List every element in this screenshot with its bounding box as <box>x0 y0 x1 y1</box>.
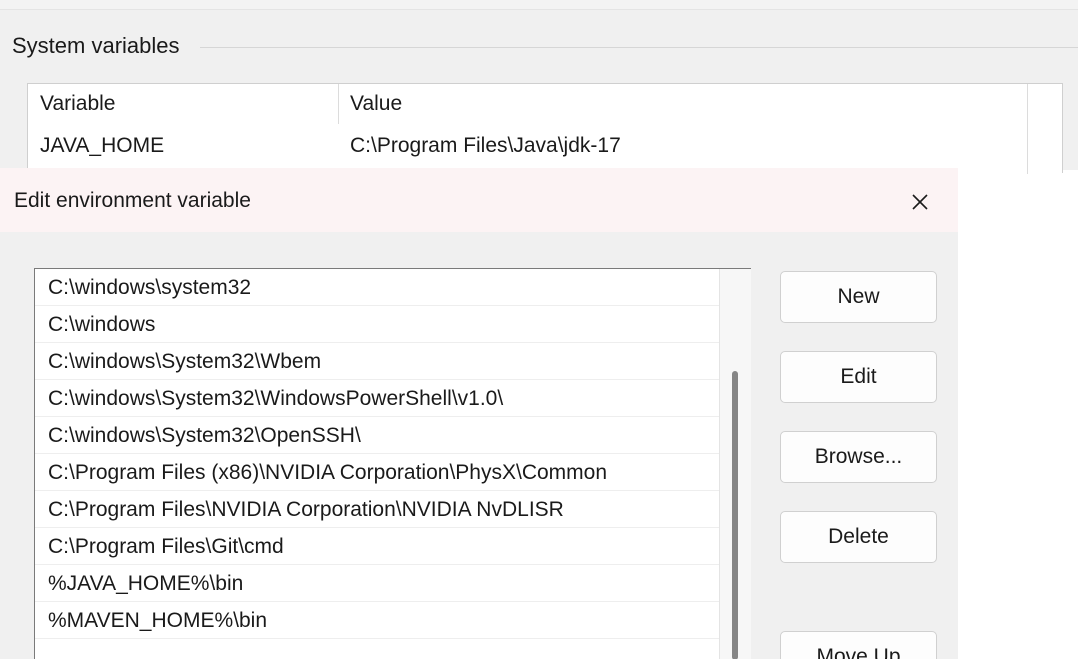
list-item[interactable]: C:\windows\System32\Wbem <box>35 343 719 380</box>
dialog-titlebar[interactable]: Edit environment variable <box>0 168 958 232</box>
system-variables-table[interactable]: Variable Value JAVA_HOME C:\Program File… <box>27 83 1063 174</box>
list-item[interactable]: %MAVEN_HOME%\bin <box>35 602 719 639</box>
path-text: C:\windows\system32 <box>48 276 252 299</box>
dialog-title: Edit environment variable <box>14 189 251 212</box>
list-item[interactable]: C:\windows <box>35 306 719 343</box>
column-divider[interactable] <box>338 84 339 124</box>
list-item[interactable]: C:\windows\System32\WindowsPowerShell\v1… <box>35 380 719 417</box>
system-variables-group-label: System variables <box>12 33 186 59</box>
column-header-value[interactable]: Value <box>350 92 402 116</box>
row-value-cell: C:\Program Files\Java\jdk-17 <box>350 134 621 157</box>
path-list[interactable]: C:\windows\system32 C:\windows C:\window… <box>34 268 751 659</box>
edit-environment-variable-dialog: Edit environment variable C:\windows\sys… <box>0 168 958 659</box>
list-item[interactable]: C:\Program Files\NVIDIA Corporation\NVID… <box>35 491 719 528</box>
move-up-button[interactable]: Move Up <box>780 631 937 659</box>
path-text: C:\windows\System32\Wbem <box>48 350 322 373</box>
groupbox-divider <box>200 47 1078 48</box>
column-header-variable[interactable]: Variable <box>40 92 116 116</box>
path-text: %MAVEN_HOME%\bin <box>48 609 268 632</box>
table-header: Variable Value <box>28 84 1028 124</box>
row-variable-cell: JAVA_HOME <box>40 134 165 157</box>
list-item[interactable]: C:\Program Files\Git\cmd <box>35 528 719 565</box>
close-icon <box>912 194 928 210</box>
system-properties-window: System variables Variable Value JAVA_HOM… <box>0 0 1078 174</box>
path-text: C:\Program Files (x86)\NVIDIA Corporatio… <box>48 461 608 484</box>
path-text: C:\Program Files\Git\cmd <box>48 535 284 558</box>
scrollbar-thumb[interactable] <box>732 371 738 659</box>
list-item[interactable]: C:\windows\system32 <box>35 269 719 306</box>
list-item[interactable]: C:\Program Files (x86)\NVIDIA Corporatio… <box>35 454 719 491</box>
browse-button[interactable]: Browse... <box>780 431 937 483</box>
close-button[interactable] <box>900 182 940 222</box>
window-top-strip <box>0 0 1078 10</box>
path-text: C:\windows\System32\WindowsPowerShell\v1… <box>48 387 504 410</box>
path-text: C:\windows\System32\OpenSSH\ <box>48 424 361 447</box>
edit-button[interactable]: Edit <box>780 351 937 403</box>
list-item[interactable]: %JAVA_HOME%\bin <box>35 565 719 602</box>
path-text: %JAVA_HOME%\bin <box>48 572 244 595</box>
new-button[interactable]: New <box>780 271 937 323</box>
path-text: C:\Program Files\NVIDIA Corporation\NVID… <box>48 498 564 521</box>
path-text: C:\windows <box>48 313 156 336</box>
list-scrollbar[interactable] <box>719 269 751 659</box>
delete-button[interactable]: Delete <box>780 511 937 563</box>
list-item[interactable]: C:\windows\System32\OpenSSH\ <box>35 417 719 454</box>
table-row[interactable]: JAVA_HOME C:\Program Files\Java\jdk-17 <box>28 132 1028 166</box>
